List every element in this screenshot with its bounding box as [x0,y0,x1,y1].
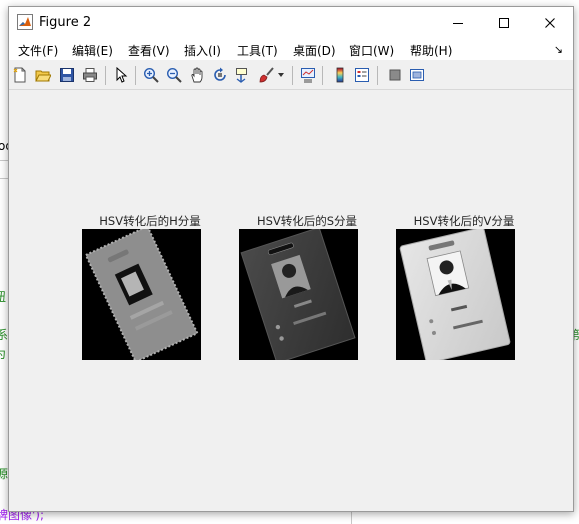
pan-icon[interactable] [188,66,206,84]
zoom-out-icon[interactable] [165,66,183,84]
background-divider [351,510,352,524]
menu-edit[interactable]: 编辑(E) [72,42,113,59]
figure-window: Figure 2 文件(F) 编辑(E) 查看(V) 插入(I) 工具(T) 桌… [8,6,574,512]
maximize-icon [499,17,509,28]
menu-insert[interactable]: 插入(I) [184,42,221,59]
title-bar[interactable]: Figure 2 [9,7,573,38]
s-component-image[interactable] [239,229,358,360]
background-divider [0,160,8,161]
show-plot-tools-icon[interactable] [408,66,426,84]
brush-icon[interactable] [257,66,275,84]
plot-title-s: HSV转化后的S分量 [256,214,358,228]
background-text-fragment: 源 [0,467,9,481]
close-icon [545,17,555,28]
background-text-fragment: 为 [0,347,7,361]
menu-help[interactable]: 帮助(H) [410,42,452,59]
minimize-icon [453,22,463,24]
window-title: Figure 2 [39,15,92,30]
toolbar-separator [135,66,136,85]
close-button[interactable] [527,7,573,38]
toolbar-separator [292,66,293,85]
plot-title-v: HSV转化后的V分量 [413,214,515,228]
minimize-button[interactable] [435,7,481,38]
background-text-fragment: 纽 [0,290,7,304]
v-component-image[interactable] [396,229,515,360]
open-file-icon[interactable] [34,66,52,84]
menu-tools[interactable]: 工具(T) [237,42,278,59]
maximize-button[interactable] [481,7,527,38]
background-divider [0,178,8,179]
matlab-logo-icon [17,14,33,30]
save-icon[interactable] [58,66,76,84]
print-icon[interactable] [81,66,99,84]
menu-desktop[interactable]: 桌面(D) [293,42,336,59]
link-plot-icon[interactable] [299,66,317,84]
menu-window[interactable]: 窗口(W) [349,42,394,59]
brush-dropdown-icon[interactable] [276,66,286,84]
menu-view[interactable]: 查看(V) [128,42,170,59]
hide-plot-tools-icon[interactable] [386,66,404,84]
rotate-3d-icon[interactable] [211,66,229,84]
figure-toolbar [9,62,573,90]
zoom-in-icon[interactable] [142,66,160,84]
background-text-fragment: 系 [0,328,9,342]
data-cursor-icon[interactable] [234,66,252,84]
menu-bar: 文件(F) 编辑(E) 查看(V) 插入(I) 工具(T) 桌面(D) 窗口(W… [9,38,573,60]
insert-colorbar-icon[interactable] [331,66,349,84]
toolbar-separator [377,66,378,85]
toolbar-separator [105,66,106,85]
plot-title-h: HSV转化后的H分量 [99,214,201,228]
menu-file[interactable]: 文件(F) [18,42,58,59]
h-component-image[interactable] [82,229,201,360]
select-arrow-icon[interactable] [112,66,130,84]
new-figure-icon[interactable] [11,66,29,84]
insert-legend-icon[interactable] [353,66,371,84]
menu-overflow-icon[interactable]: ↘ [554,43,563,56]
toolbar-separator [322,66,323,85]
